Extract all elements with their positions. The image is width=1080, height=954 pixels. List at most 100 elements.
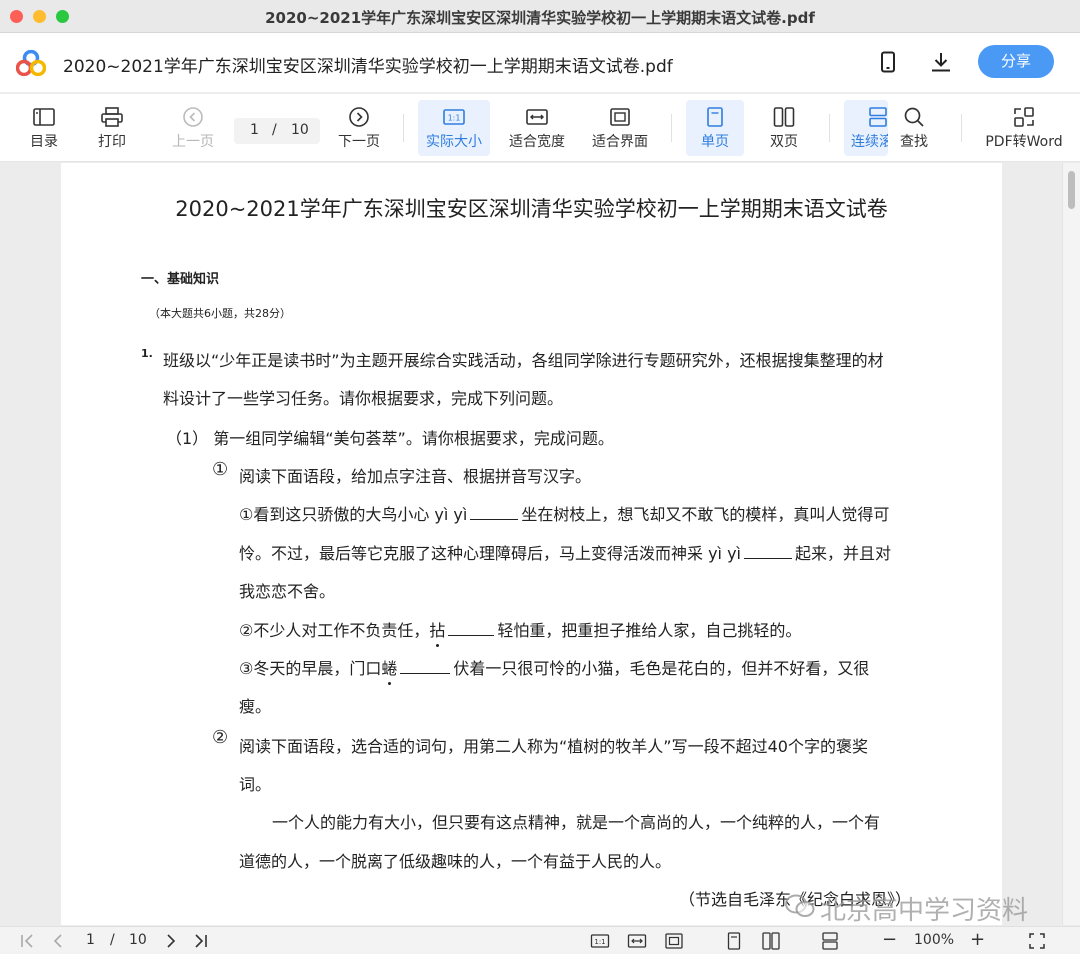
find-label: 查找: [900, 134, 928, 150]
item-1-number: ①: [212, 459, 229, 480]
answer-blank[interactable]: [744, 545, 793, 559]
single-page-button[interactable]: 单页: [686, 100, 744, 156]
double-page-icon: [773, 107, 795, 127]
prev-page-button[interactable]: 上一页: [168, 100, 218, 156]
next-page-bottom-button[interactable]: [161, 931, 181, 951]
next-page-button[interactable]: 下一页: [334, 100, 384, 156]
item-2-line2: 词。: [239, 775, 272, 794]
next-page-label: 下一页: [338, 134, 380, 150]
pdf-to-word-button[interactable]: PDF转Word: [983, 100, 1065, 156]
zoom-in-button[interactable]: +: [970, 929, 985, 950]
first-page-button[interactable]: [18, 931, 38, 951]
chevron-right-circle-icon: [349, 107, 369, 127]
double-page-button[interactable]: 双页: [760, 100, 808, 156]
document-viewer[interactable]: 2020~2021学年广东深圳宝安区深圳清华实验学校初一上学期期末语文试卷 一、…: [0, 163, 1080, 925]
phone-icon[interactable]: [876, 50, 900, 74]
fullscreen-icon: [1029, 933, 1045, 949]
pdf-page: 2020~2021学年广东深圳宝安区深圳清华实验学校初一上学期期末语文试卷 一、…: [61, 163, 1002, 925]
continuous-scroll-bottom-button[interactable]: [820, 931, 840, 951]
answer-blank[interactable]: [400, 660, 451, 674]
toc-label: 目录: [30, 134, 58, 150]
q1-line2: 料设计了一些学习任务。请你根据要求，完成下列问题。: [163, 389, 564, 408]
quote-line1: 一个人的能力有大小，但只要有这点精神，就是一个高尚的人，一个纯粹的人，一个有: [272, 813, 881, 832]
fit-width-icon: [526, 109, 548, 125]
sentence-2: ②不少人对工作不负责任，拈 轻怕重，把重担子推给人家，自己挑轻的。: [239, 617, 801, 641]
bottom-page-current[interactable]: 1: [86, 932, 95, 952]
search-icon: [904, 107, 924, 127]
double-page-bottom-button[interactable]: [761, 931, 781, 951]
page-separator: /: [272, 122, 277, 138]
app-header: 2020~2021学年广东深圳宝安区深圳清华实验学校初一上学期期末语文试卷.pd…: [0, 33, 1080, 93]
page-current: 1: [250, 122, 259, 138]
zoom-out-button[interactable]: −: [882, 929, 897, 950]
fit-page-bottom-button[interactable]: [664, 931, 684, 951]
answer-blank[interactable]: [470, 506, 519, 520]
sentence-1-part-b: 坐在树枝上，想飞却又不敢飞的模样，真叫人觉得可: [521, 505, 890, 524]
quote-line2: 道德的人，一个脱离了低级趣味的人，一个有益于人民的人。: [239, 852, 672, 871]
share-button[interactable]: 分享: [978, 45, 1054, 78]
answer-blank[interactable]: [448, 622, 495, 636]
actual-size-icon: 1:1: [590, 934, 610, 948]
sentence-3-line2: 瘦。: [239, 697, 272, 716]
continuous-scroll-icon: [822, 932, 838, 950]
single-page-icon: [727, 932, 741, 950]
double-page-icon: [762, 932, 780, 950]
single-page-icon: [707, 107, 723, 127]
fit-page-icon: [665, 933, 683, 949]
chevron-right-icon: [167, 934, 176, 948]
scrollbar-thumb[interactable]: [1068, 171, 1075, 209]
convert-icon: [1014, 107, 1034, 127]
actual-size-bottom-button[interactable]: 1:1: [590, 931, 610, 951]
prev-page-label: 上一页: [172, 134, 214, 150]
toolbar-divider: [961, 114, 962, 142]
fit-width-icon: [627, 934, 647, 948]
sentence-3-part-b: 伏着一只很可怜的小猫，毛色是花白的，但并不好看，又很: [453, 659, 870, 678]
item-2-number: ②: [212, 727, 229, 748]
svg-text:1:1: 1:1: [448, 114, 461, 123]
toc-button[interactable]: 目录: [22, 100, 66, 156]
baidu-netdisk-logo-icon: [16, 50, 46, 76]
sentence-1-part-c: 怜。不过，最后等它克服了这种心理障碍后，马上变得活泼而神采 yì yì: [239, 544, 742, 563]
page-number-input[interactable]: 1 / 10: [234, 118, 320, 144]
single-page-bottom-button[interactable]: [724, 931, 744, 951]
sentence-1-part-d: 起来，并且对: [795, 544, 892, 563]
question-number: 1.: [141, 347, 153, 360]
section-note: （本大题共6小题，共28分）: [149, 307, 291, 320]
continuous-scroll-button[interactable]: 连续滚: [844, 100, 888, 156]
actual-size-label: 实际大小: [426, 134, 482, 150]
toolbar: 目录 打印 上一页 1 / 10 下一页 1:1 实际大小 适合宽度 适合界面 …: [0, 94, 1080, 162]
section-heading: 一、基础知识: [141, 272, 220, 287]
svg-text:1:1: 1:1: [594, 938, 605, 946]
bottom-navigation-bar: 1 / 10 1:1 − 100% +: [0, 926, 1080, 954]
zoom-level: 100%: [914, 932, 955, 948]
download-icon[interactable]: [929, 50, 953, 74]
printer-icon: [101, 107, 123, 127]
prev-page-bottom-button[interactable]: [48, 931, 68, 951]
actual-size-icon: 1:1: [443, 109, 465, 125]
fit-page-button[interactable]: 适合界面: [586, 100, 654, 156]
toolbar-divider: [403, 114, 404, 142]
fit-width-bottom-button[interactable]: [627, 931, 647, 951]
print-button[interactable]: 打印: [90, 100, 134, 156]
toolbar-divider: [671, 114, 672, 142]
page-total: 10: [291, 122, 309, 138]
first-page-icon: [21, 934, 33, 948]
find-button[interactable]: 查找: [892, 100, 936, 156]
window-titlebar: 2020~2021学年广东深圳宝安区深圳清华实验学校初一上学期期末语文试卷.pd…: [0, 0, 1080, 33]
paper-title: 2020~2021学年广东深圳宝安区深圳清华实验学校初一上学期期末语文试卷: [175, 197, 888, 221]
fit-page-label: 适合界面: [592, 134, 648, 150]
pdf-to-word-label: PDF转Word: [985, 134, 1063, 150]
subquestion-1: （1） 第一组同学编辑“美句荟萃”。请你根据要求，完成问题。: [166, 429, 614, 448]
sentence-3-line1: ③冬天的早晨，门口蜷 伏着一只很可怜的小猫，毛色是花白的，但并不好看，又很: [239, 655, 869, 679]
window-title: 2020~2021学年广东深圳宝安区深圳清华实验学校初一上学期期末语文试卷.pd…: [265, 9, 815, 27]
fit-width-button[interactable]: 适合宽度: [503, 100, 571, 156]
print-label: 打印: [98, 134, 126, 150]
continuous-scroll-label: 连续滚: [851, 134, 888, 150]
vertical-scrollbar[interactable]: [1062, 163, 1080, 925]
fit-width-label: 适合宽度: [509, 134, 565, 150]
toc-icon: [33, 108, 55, 126]
fullscreen-button[interactable]: [1027, 931, 1047, 951]
chevron-left-icon: [53, 934, 62, 948]
actual-size-button[interactable]: 1:1 实际大小: [418, 100, 490, 156]
last-page-button[interactable]: [190, 931, 210, 951]
